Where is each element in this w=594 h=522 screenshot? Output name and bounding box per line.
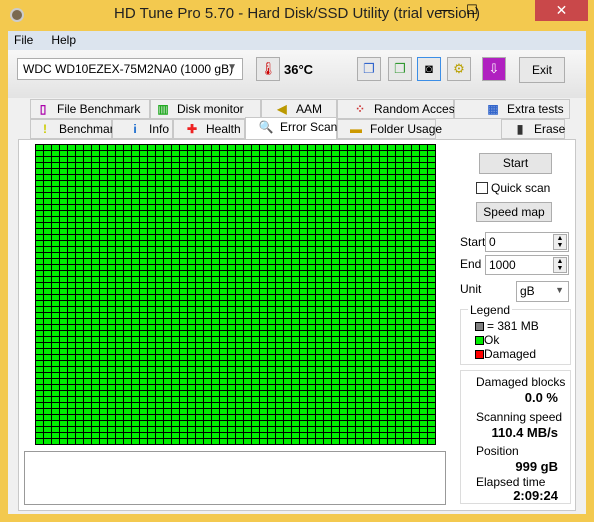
tab-file-benchmark[interactable]: ▯ File Benchmark	[30, 99, 150, 119]
copy-screenshot-icon[interactable]: ❐	[388, 57, 412, 81]
quick-scan-label: Quick scan	[491, 181, 551, 195]
red-swatch	[475, 350, 484, 360]
scan-log	[24, 451, 446, 505]
tab-label: Extra tests	[507, 102, 564, 116]
window-title: HD Tune Pro 5.70 - Hard Disk/SSD Utility…	[114, 5, 480, 22]
random-access-icon: ⁘	[354, 102, 366, 116]
tab-label: Folder Usage	[370, 122, 443, 136]
legend-title: Legend	[468, 303, 513, 317]
tab-label: Health	[206, 122, 241, 136]
unit-select[interactable]: gB ▼	[516, 281, 569, 302]
speaker-icon: ◀	[277, 102, 287, 116]
spinner-arrows-icon[interactable]: ▲ ▼	[553, 234, 567, 250]
camera-icon[interactable]: ◙	[417, 57, 441, 81]
scan-block-map	[35, 144, 436, 445]
tab-label: Random Access	[374, 102, 461, 116]
tab-aam[interactable]: ◀ AAM	[261, 99, 337, 119]
close-button[interactable]: ✕	[535, 0, 588, 21]
title-bar: HD Tune Pro 5.70 - Hard Disk/SSD Utility…	[0, 0, 594, 31]
exit-button[interactable]: Exit	[519, 57, 565, 83]
tab-label: Erase	[534, 122, 566, 136]
magnifier-icon: 🔍	[258, 120, 274, 134]
position-label: Position	[476, 444, 519, 458]
tab-folder-usage[interactable]: ▬ Folder Usage	[337, 119, 442, 139]
unit-value: gB	[520, 284, 535, 298]
damaged-blocks-label: Damaged blocks	[476, 375, 566, 389]
extra-tests-icon: ▦	[487, 102, 499, 116]
tab-erase[interactable]: ▮ Erase	[501, 119, 565, 139]
chevron-down-icon: ▼	[555, 285, 564, 295]
thermometer-icon: 🌡	[256, 57, 280, 81]
tab-extra-tests[interactable]: ▦ Extra tests	[454, 99, 570, 119]
benchmark-icon: !	[43, 122, 47, 136]
trash-icon: ▮	[516, 122, 524, 136]
menu-bar: File Help	[8, 31, 586, 50]
end-input[interactable]: 1000 ▲ ▼	[485, 255, 569, 275]
unit-label: Unit	[460, 282, 482, 296]
options-icon[interactable]: ⚙	[447, 57, 471, 81]
drive-select-value: WDC WD10EZEX-75M2NA0 (1000 gB)	[23, 62, 234, 76]
start-value: 0	[489, 235, 496, 249]
error-scan-panel: Start Quick scan Speed map Start 0 ▲ ▼ End…	[18, 139, 576, 511]
info-icon: i	[133, 122, 137, 136]
tab-label: Info	[149, 122, 170, 136]
legend-ok: Ok	[475, 333, 499, 347]
tab-health[interactable]: ✚ Health	[173, 119, 245, 139]
scanning-speed-label: Scanning speed	[476, 410, 563, 424]
quick-scan-checkbox[interactable]: Quick scan	[476, 181, 550, 195]
tab-error-scan[interactable]: 🔍 Error Scan	[245, 117, 337, 139]
end-value: 1000	[489, 258, 516, 272]
end-label: End	[460, 257, 482, 271]
green-swatch	[475, 336, 484, 346]
spinner-arrows-icon[interactable]: ▲ ▼	[553, 257, 567, 273]
maximize-button[interactable]: ☐	[458, 0, 486, 21]
tab-random-access[interactable]: ⁘ Random Access	[337, 99, 461, 119]
legend-damaged: Damaged	[475, 347, 536, 361]
save-down-icon[interactable]: ⇩	[482, 57, 506, 81]
elapsed-time-value: 2:09:24	[513, 488, 558, 503]
start-button[interactable]: Start	[479, 153, 552, 174]
menu-help[interactable]: Help	[51, 33, 76, 50]
start-input[interactable]: 0 ▲ ▼	[485, 232, 569, 252]
legend-ok-label: Ok	[484, 333, 500, 347]
legend-group: Legend = 381 MB Ok Damaged	[460, 303, 571, 365]
legend-damaged-label: Damaged	[484, 347, 537, 361]
position-value: 999 gB	[515, 459, 558, 474]
copy-text-icon[interactable]: ❐	[357, 57, 381, 81]
toolbar: WDC WD10EZEX-75M2NA0 (1000 gB) ▼ 🌡 36°C ❐…	[8, 50, 586, 98]
folder-icon: ▬	[350, 122, 362, 136]
checkbox-box[interactable]	[476, 182, 488, 194]
temperature: 36°C	[284, 62, 314, 77]
disk-monitor-icon: ▥	[157, 102, 169, 116]
damaged-blocks-value: 0.0 %	[524, 390, 558, 405]
drive-select[interactable]: WDC WD10EZEX-75M2NA0 (1000 gB) ▼	[17, 58, 243, 80]
file-benchmark-icon: ▯	[39, 102, 47, 116]
gray-swatch	[475, 322, 484, 332]
tab-label: Disk monitor	[177, 102, 244, 116]
chevron-down-icon: ▼	[227, 62, 237, 73]
minimize-button[interactable]: —	[431, 0, 459, 21]
tab-label: File Benchmark	[57, 102, 141, 116]
speed-map-button[interactable]: Speed map	[476, 202, 552, 222]
legend-block-size: = 381 MB	[475, 319, 539, 333]
legend-block-label: = 381 MB	[487, 319, 539, 333]
tab-label: AAM	[296, 102, 323, 116]
health-cross-icon: ✚	[186, 122, 198, 136]
elapsed-time-label: Elapsed time	[476, 475, 546, 489]
tab-disk-monitor[interactable]: ▥ Disk monitor	[150, 99, 261, 119]
tab-label: Error Scan	[280, 120, 338, 134]
menu-file[interactable]: File	[14, 33, 33, 50]
stats-group: Damaged blocks 0.0 % Scanning speed 110.…	[460, 370, 571, 504]
start-label: Start	[460, 235, 486, 249]
scanning-speed-value: 110.4 MB/s	[491, 425, 559, 440]
tab-label: Benchmark	[59, 122, 120, 136]
tab-benchmark[interactable]: ! Benchmark	[30, 119, 120, 139]
tab-info[interactable]: i Info	[112, 119, 173, 139]
